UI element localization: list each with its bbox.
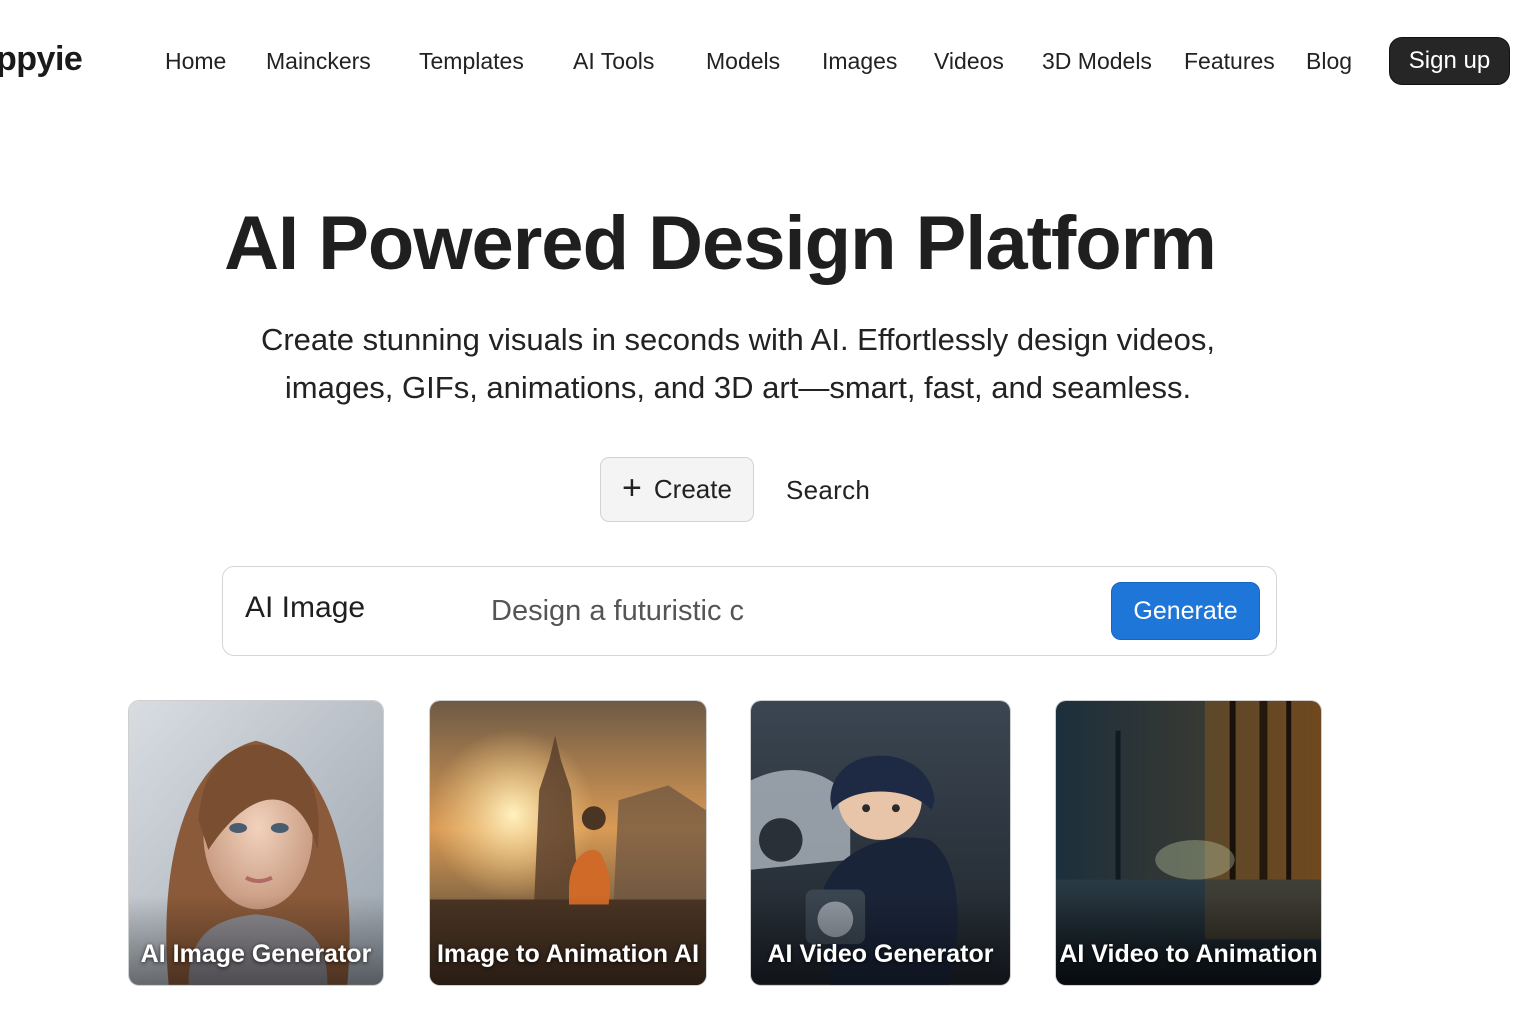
nav-link-features[interactable]: Features bbox=[1184, 44, 1275, 78]
nav-link-blog[interactable]: Blog bbox=[1306, 44, 1352, 78]
card-label: AI Image Generator bbox=[140, 940, 372, 968]
nav-link-templates[interactable]: Templates bbox=[419, 44, 524, 78]
nav-link-home[interactable]: Home bbox=[165, 44, 226, 78]
card-label: AI Video to Animation bbox=[1059, 940, 1318, 968]
prompt-mode-selector[interactable]: AI Image bbox=[245, 591, 365, 625]
search-link[interactable]: Search bbox=[786, 475, 870, 506]
card-label: Image to Animation AI bbox=[436, 940, 700, 968]
nav-link-3d-models[interactable]: 3D Models bbox=[1042, 44, 1152, 78]
hero-subtitle: Create stunning visuals in seconds with … bbox=[220, 316, 1256, 412]
hero-title: AI Powered Design Platform bbox=[224, 201, 1217, 286]
nav-link-models[interactable]: Models bbox=[706, 44, 780, 78]
top-navigation: ppyie Home Mainckers Templates AI Tools … bbox=[0, 0, 1536, 122]
card-ai-video-generator[interactable]: AI Video Generator bbox=[750, 700, 1011, 986]
hero-subtitle-line-1: Create stunning visuals in seconds with … bbox=[260, 322, 1216, 357]
card-ai-video-to-animation[interactable]: AI Video to Animation bbox=[1055, 700, 1322, 986]
sign-up-button[interactable]: Sign up bbox=[1389, 37, 1510, 85]
nav-links: Home Mainckers Templates AI Tools Models… bbox=[0, 44, 1536, 78]
nav-link-videos[interactable]: Videos bbox=[934, 44, 1004, 78]
plus-icon: + bbox=[622, 469, 642, 507]
nav-link-images[interactable]: Images bbox=[822, 44, 897, 78]
nav-link-mainckers[interactable]: Mainckers bbox=[266, 44, 371, 78]
prompt-input[interactable] bbox=[491, 587, 1091, 635]
prompt-bar: AI Image Generate bbox=[222, 566, 1277, 656]
card-label: AI Video Generator bbox=[767, 940, 994, 968]
create-button[interactable]: + Create bbox=[600, 457, 754, 522]
create-button-label: Create bbox=[653, 474, 732, 504]
hero-subtitle-line-2: images, GIFs, animations, and 3D art—sma… bbox=[284, 370, 1192, 405]
generate-button[interactable]: Generate bbox=[1111, 582, 1260, 640]
card-ai-image-generator[interactable]: AI Image Generator bbox=[128, 700, 384, 986]
card-image-to-animation-ai[interactable]: Image to Animation AI bbox=[429, 700, 707, 986]
nav-link-ai-tools[interactable]: AI Tools bbox=[573, 44, 654, 78]
